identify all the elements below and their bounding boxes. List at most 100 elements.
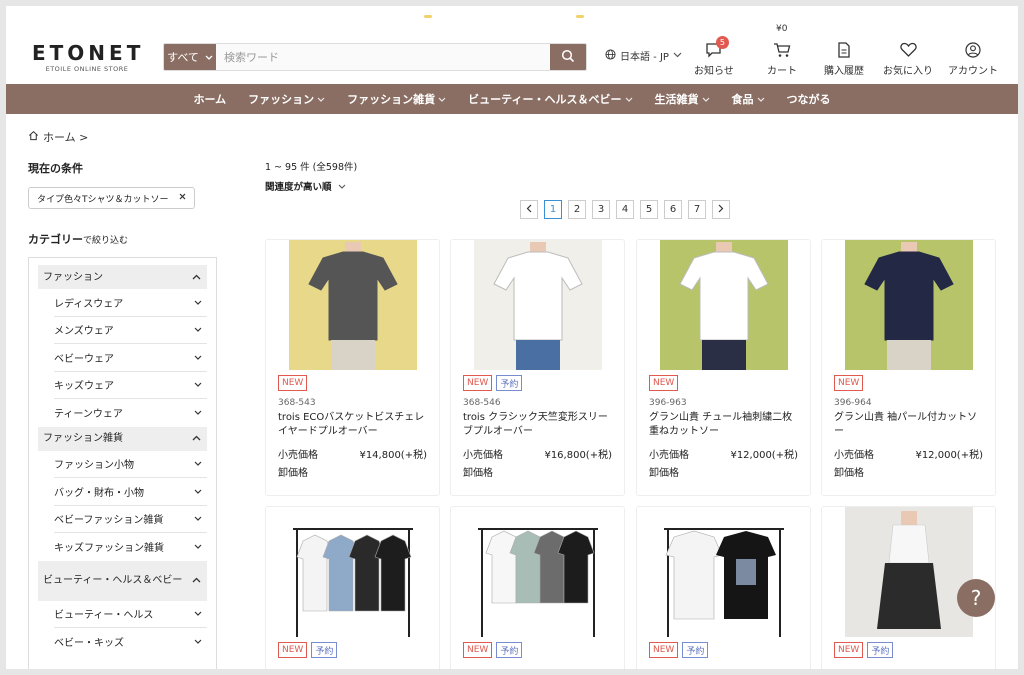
chevron-up-icon: [192, 575, 201, 586]
globe-icon: [605, 48, 616, 63]
category-item[interactable]: ファッション小物: [54, 451, 207, 478]
product-image[interactable]: [451, 240, 624, 370]
chevron-down-icon: [194, 608, 202, 619]
new-badge: NEW: [649, 375, 679, 391]
product-card[interactable]: NEW 396-963 グラン山貴 チュール袖刺繍二枚重ねカットソー 小売価格 ¥12,…: [636, 239, 811, 496]
category-item-label: ビューティー・ヘルス: [54, 610, 154, 622]
category-item[interactable]: ベビーファッション雑貨: [54, 506, 207, 533]
product-image[interactable]: [266, 240, 439, 370]
product-tags: NEW 予約: [463, 375, 624, 392]
chevron-down-icon: [194, 407, 202, 418]
pagination: 1234567: [520, 200, 730, 219]
nav-item[interactable]: ファッション雑貨: [336, 91, 457, 107]
category-item[interactable]: キッズファッション雑貨: [54, 533, 207, 561]
category-item[interactable]: ベビー・キッズ: [54, 628, 207, 656]
page-button[interactable]: 5: [640, 200, 658, 219]
category-item[interactable]: レディスウェア: [54, 289, 207, 317]
page-button[interactable]: 1: [544, 200, 562, 219]
nav-item[interactable]: ホーム: [182, 91, 237, 107]
category-item[interactable]: ビューティー・ヘルス: [54, 601, 207, 628]
chevron-up-icon: [192, 433, 201, 444]
document-icon: [837, 41, 851, 61]
category-item-label: キッズウェア: [54, 381, 114, 393]
chevron-right-icon: [718, 204, 724, 216]
product-image[interactable]: [822, 240, 995, 370]
product-image[interactable]: [266, 507, 439, 637]
product-image[interactable]: [822, 507, 995, 637]
favorite-label: お気に入り: [883, 66, 933, 77]
page-button[interactable]: 2: [568, 200, 586, 219]
nav-item[interactable]: ファッション: [237, 91, 336, 107]
preorder-badge: 予約: [311, 642, 338, 658]
help-button[interactable]: ?: [957, 579, 995, 617]
nav-item[interactable]: 生活雑貨: [644, 91, 721, 107]
category-item[interactable]: メンズウェア: [54, 317, 207, 344]
chevron-down-icon: [194, 379, 202, 390]
page-button[interactable]: 6: [664, 200, 682, 219]
category-item[interactable]: バッグ・財布・小物: [54, 478, 207, 506]
nav-item[interactable]: つながる: [776, 91, 842, 107]
site-logo[interactable]: ETONET ETOILE ONLINE STORE: [32, 43, 142, 73]
chevron-up-icon: [192, 272, 201, 283]
history-button[interactable]: 購入履歴: [824, 41, 864, 77]
product-card[interactable]: NEW 予約: [636, 506, 811, 669]
page-next-button[interactable]: [712, 200, 730, 219]
product-code: 396-963: [649, 398, 687, 408]
page-button[interactable]: 3: [592, 200, 610, 219]
preorder-badge: 予約: [496, 642, 523, 658]
product-image[interactable]: [451, 507, 624, 637]
product-card[interactable]: NEW 396-964 グラン山貴 袖パール付カットソー 小売価格 ¥12,000(+税…: [821, 239, 996, 496]
chevron-left-icon: [526, 204, 532, 216]
notice-badge: 5: [715, 36, 729, 49]
sort-select[interactable]: 関連度が高い順: [265, 179, 346, 193]
product-name[interactable]: グラン山貴 チュール袖刺繍二枚重ねカットソー: [649, 411, 798, 440]
close-icon[interactable]: [179, 193, 186, 203]
search-scope-select[interactable]: すべて: [164, 44, 216, 70]
product-code: 368-543: [278, 398, 316, 408]
product-card[interactable]: NEW 予約: [450, 506, 625, 669]
chevron-down-icon: [194, 541, 202, 552]
product-card[interactable]: NEW 予約 368-546 trois クラシック天竺変形スリーブプルオーバー 小売価…: [450, 239, 625, 496]
condition-chip[interactable]: タイプ色々Tシャツ＆カットソー: [28, 187, 195, 209]
product-image[interactable]: [637, 240, 810, 370]
notice-button[interactable]: 5 お知らせ: [694, 36, 734, 77]
chevron-down-icon: [757, 95, 765, 104]
breadcrumb[interactable]: ホーム >: [28, 129, 88, 145]
wholesale-price-label: 卸価格: [834, 468, 864, 479]
new-badge: NEW: [463, 642, 493, 658]
result-count: 1 ~ 95 件 (全598件): [265, 162, 358, 173]
category-group[interactable]: ビューティー・ヘルス＆ベビー: [38, 560, 207, 601]
product-image[interactable]: [637, 507, 810, 637]
search-button[interactable]: [550, 44, 586, 70]
breadcrumb-home[interactable]: ホーム >: [43, 129, 88, 145]
category-group[interactable]: ファッション雑貨: [38, 426, 207, 451]
product-name[interactable]: グラン山貴 袖パール付カットソー: [834, 411, 983, 440]
search-input[interactable]: [216, 44, 550, 70]
nav-item[interactable]: 食品: [721, 91, 776, 107]
product-tags: NEW: [278, 375, 439, 392]
help-icon: ?: [970, 586, 982, 610]
account-button[interactable]: アカウント: [948, 41, 998, 77]
category-item[interactable]: ベビーウェア: [54, 344, 207, 372]
new-badge: NEW: [834, 375, 864, 391]
product-card[interactable]: NEW 予約: [265, 506, 440, 669]
language-label: 日本語 - JP: [620, 52, 669, 63]
cart-button[interactable]: カート: [767, 42, 797, 77]
product-name[interactable]: trois クラシック天竺変形スリーブプルオーバー: [463, 411, 612, 440]
category-title-main: カテゴリー: [28, 233, 83, 246]
product-name[interactable]: trois ECOバスケットビスチェレイヤードプルオーバー: [278, 411, 427, 440]
heart-icon: [899, 42, 917, 60]
nav-item-label: ファッション: [248, 93, 315, 106]
page-button[interactable]: 7: [688, 200, 706, 219]
nav-item[interactable]: ビューティー・ヘルス＆ベビー: [457, 91, 643, 107]
history-label: 購入履歴: [824, 66, 864, 77]
category-item[interactable]: キッズウェア: [54, 372, 207, 399]
language-select[interactable]: 日本語 - JP: [605, 48, 682, 63]
favorite-button[interactable]: お気に入り: [883, 42, 933, 77]
page-prev-button[interactable]: [520, 200, 538, 219]
page-button[interactable]: 4: [616, 200, 634, 219]
product-card[interactable]: NEW 368-543 trois ECOバスケットビスチェレイヤードプルオーバー小…: [265, 239, 440, 496]
category-group[interactable]: ファッション: [38, 265, 207, 289]
category-item[interactable]: ティーンウェア: [54, 399, 207, 427]
retail-price: ¥12,000(+税): [730, 450, 798, 461]
